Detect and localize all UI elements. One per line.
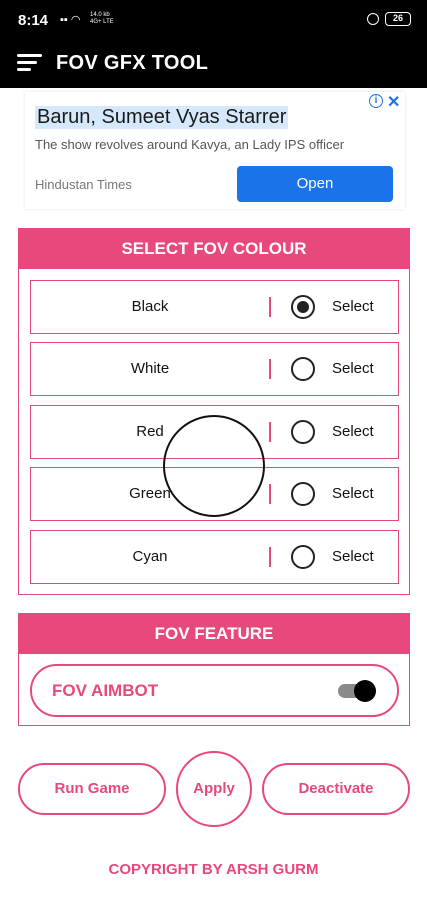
status-time: 8:14 [18, 12, 49, 29]
fov-aimbot-label: FOV AIMBOT [52, 681, 159, 700]
colour-option-green[interactable]: Green Select [30, 467, 399, 521]
ad-description: The show revolves around Kavya, an Lady … [35, 137, 345, 152]
colour-option-white[interactable]: White Select [30, 342, 399, 396]
network-type: 4G+ LTE [90, 19, 114, 25]
battery-icon: 26 [385, 12, 411, 26]
select-label: Select [332, 298, 374, 315]
colour-option-label: White [130, 360, 170, 377]
ad-banner[interactable]: Barun, Sumeet Vyas Starrer The show revo… [25, 92, 405, 209]
ad-source: Hindustan Times [35, 177, 132, 192]
divider [269, 547, 271, 567]
divider [269, 422, 271, 442]
colour-option-red[interactable]: Red Select [30, 405, 399, 459]
select-label: Select [332, 423, 374, 440]
app-bar: FOV GFX TOOL [0, 42, 427, 88]
radio-button[interactable] [291, 357, 315, 381]
menu-icon[interactable] [17, 53, 42, 75]
radio-button[interactable] [291, 482, 315, 506]
network-speed-top: 14.0 kb [90, 12, 110, 18]
deactivate-button[interactable]: Deactivate [262, 763, 410, 815]
colour-option-cyan[interactable]: Cyan Select [30, 530, 399, 584]
network-speed: 14.0 kb 4G+ LTE [90, 12, 114, 26]
alarm-icon [367, 13, 379, 25]
signal-icon: ▪▪ ◠ [60, 14, 81, 26]
divider [269, 484, 271, 504]
colour-option-label: Black [131, 298, 169, 315]
colour-option-label: Red [136, 423, 164, 440]
ad-headline[interactable]: Barun, Sumeet Vyas Starrer [35, 106, 289, 129]
ad-open-button[interactable]: Open [237, 166, 393, 202]
apply-button[interactable]: Apply [176, 751, 252, 827]
radio-button[interactable] [291, 545, 315, 569]
app-title: FOV GFX TOOL [56, 52, 209, 74]
select-label: Select [332, 548, 374, 565]
copyright-text: COPYRIGHT BY ARSH GURM [108, 861, 319, 878]
select-label: Select [332, 360, 374, 377]
fov-aimbot-row[interactable]: FOV AIMBOT [30, 664, 399, 717]
colour-option-label: Green [129, 485, 171, 502]
feature-panel: FOV FEATURE FOV AIMBOT [18, 613, 410, 726]
run-game-button[interactable]: Run Game [18, 763, 166, 815]
divider [269, 359, 271, 379]
select-label: Select [332, 485, 374, 502]
feature-panel-title: FOV FEATURE [19, 614, 409, 654]
status-bar: 8:14 ▪▪ ◠ 14.0 kb 4G+ LTE 26 [0, 0, 427, 42]
colour-panel: SELECT FOV COLOUR Black Select White Sel… [18, 228, 410, 595]
ad-close-icon[interactable]: ✕ [387, 92, 400, 112]
ad-info-icon[interactable]: i [369, 94, 383, 108]
colour-option-black[interactable]: Black Select [30, 280, 399, 334]
radio-button[interactable] [291, 420, 315, 444]
radio-button[interactable] [291, 295, 315, 319]
colour-option-label: Cyan [132, 548, 168, 565]
toggle-thumb [354, 680, 376, 702]
fov-aimbot-toggle[interactable] [338, 680, 376, 702]
colour-panel-title: SELECT FOV COLOUR [19, 229, 409, 269]
divider [269, 297, 271, 317]
